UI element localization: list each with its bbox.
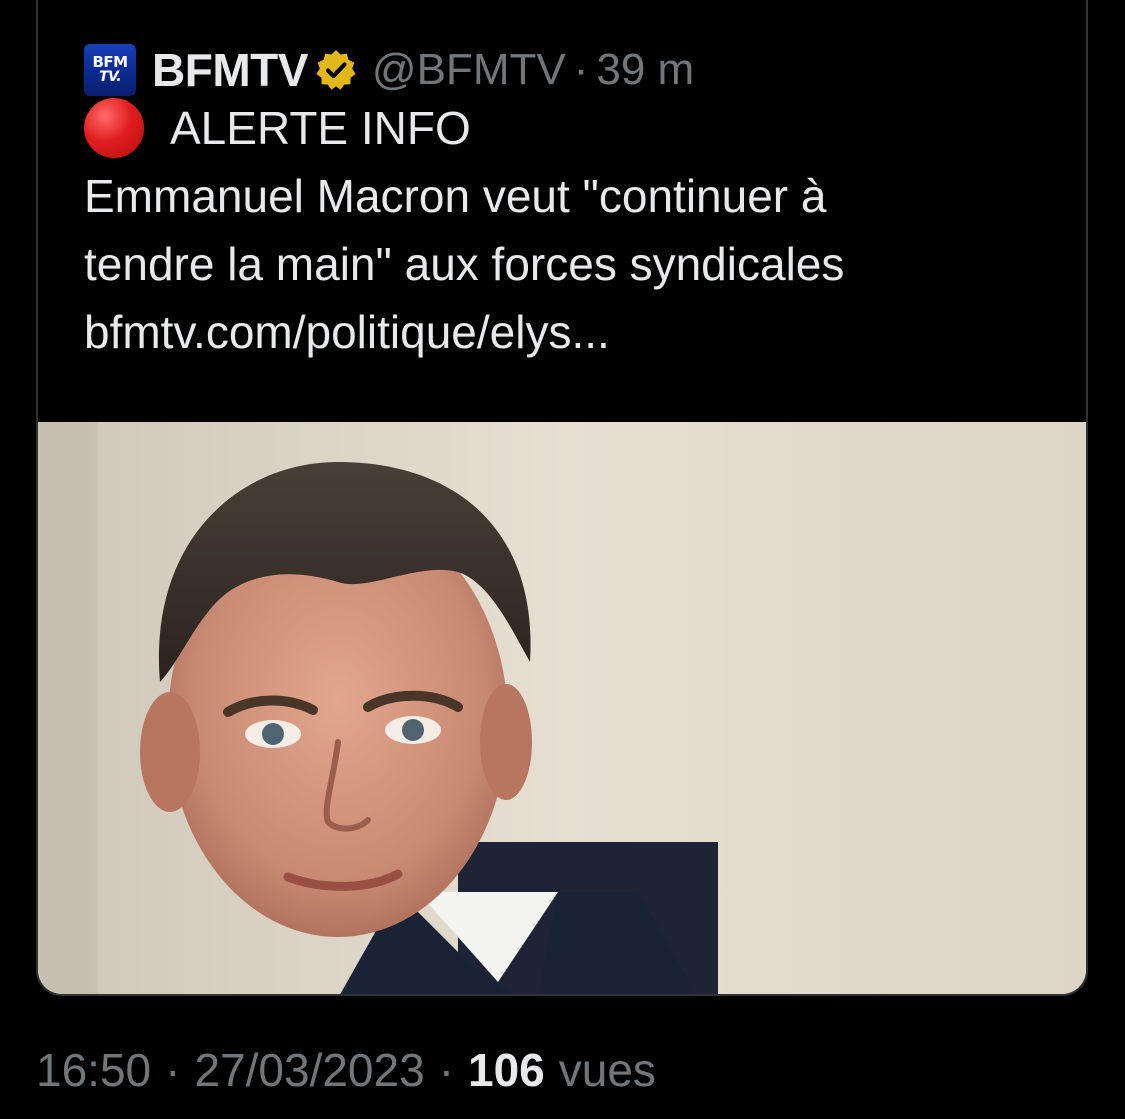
display-name[interactable]: BFMTV: [152, 43, 308, 97]
tweet-header: BFM TV. BFMTV @BFMTV · 39 m: [84, 42, 694, 98]
tweet-meta: 16:50 · 27/03/2023 · 106 vues: [36, 1040, 656, 1100]
tweet-link[interactable]: bfmtv.com/politique/elys...: [84, 298, 1044, 366]
quoted-tweet-card[interactable]: BFM TV. BFMTV @BFMTV · 39 m ALERTE INFO …: [36, 0, 1088, 996]
meta-separator: ·: [165, 1044, 181, 1096]
bfmtv-avatar[interactable]: BFM TV.: [84, 44, 136, 96]
meta-separator: ·: [438, 1044, 455, 1096]
header-separator: ·: [573, 45, 589, 94]
relative-timestamp[interactable]: 39 m: [596, 45, 694, 95]
tweet-text-line-2: tendre la main" aux forces syndicales: [84, 238, 845, 290]
avatar-logo-text: BFM: [92, 53, 128, 71]
tweet-time[interactable]: 16:50: [36, 1043, 151, 1097]
avatar-logo-text-2: TV.: [98, 69, 122, 85]
user-handle[interactable]: @BFMTV: [372, 45, 566, 95]
red-circle-icon: [84, 98, 144, 158]
tweet-date[interactable]: 27/03/2023: [194, 1043, 424, 1097]
tweet-photo[interactable]: [38, 422, 1086, 994]
alert-line: ALERTE INFO: [84, 94, 1044, 162]
tweet-text-line-1: Emmanuel Macron veut "continuer à: [84, 170, 827, 222]
alert-label: ALERTE INFO: [170, 102, 471, 154]
portrait-photo-illustration: [38, 422, 1086, 994]
tweet-body: ALERTE INFO Emmanuel Macron veut "contin…: [84, 94, 1044, 366]
views-count[interactable]: 106: [468, 1043, 545, 1097]
verified-badge-icon: [314, 48, 358, 92]
views-label: vues: [558, 1044, 656, 1096]
